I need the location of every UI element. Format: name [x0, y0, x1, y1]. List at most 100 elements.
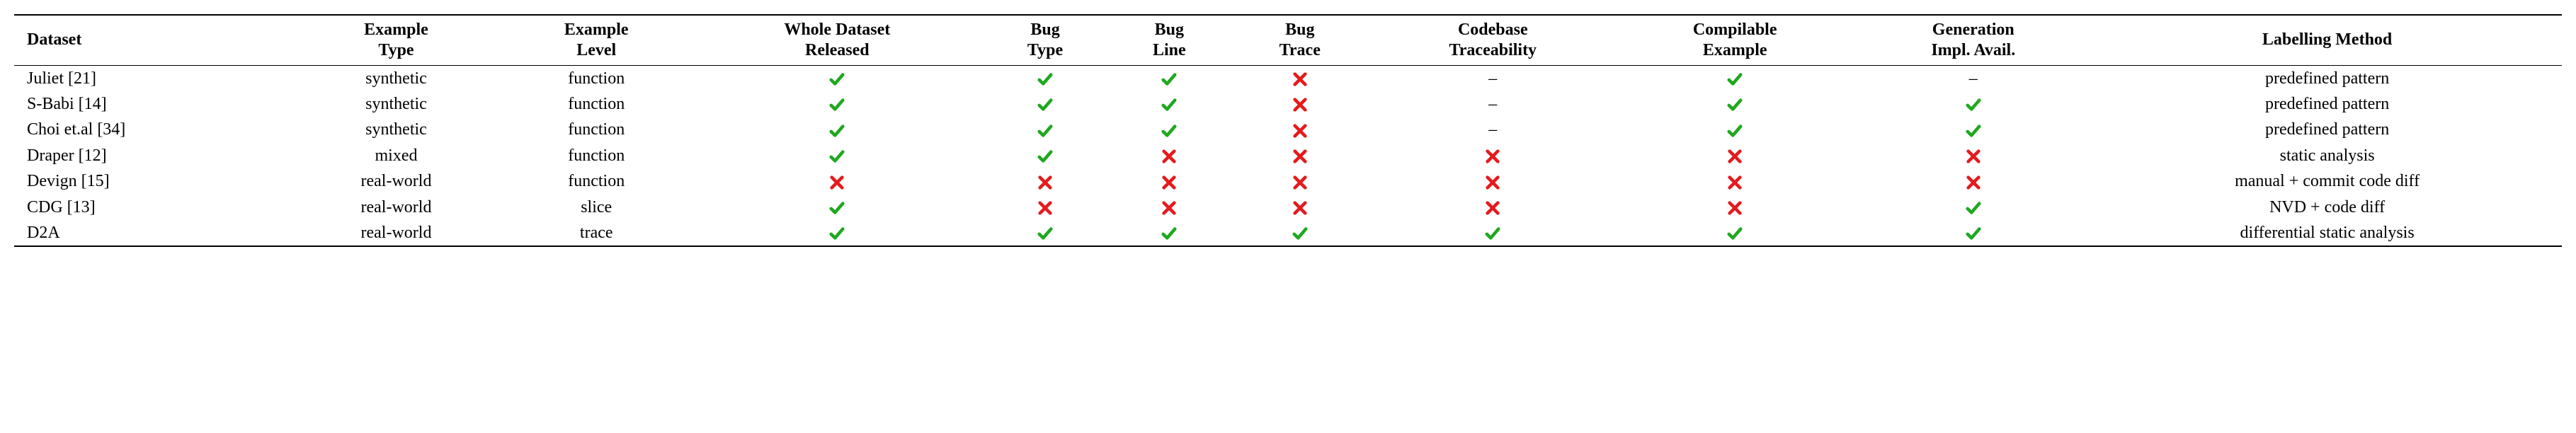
cell-compilable_example	[1616, 91, 1854, 117]
cell-example_level: function	[500, 143, 693, 168]
cross-icon	[1292, 67, 1308, 90]
table-row: Draper [12]mixedfunctionstatic analysis	[14, 143, 2562, 168]
cell-generation_impl_avail	[1854, 195, 2092, 220]
check-icon	[1966, 93, 1981, 115]
cross-icon	[1485, 144, 1500, 167]
check-icon	[1037, 221, 1053, 244]
cross-icon	[1966, 170, 1981, 192]
dash-icon: –	[1969, 69, 1978, 88]
cell-codebase_traceability	[1370, 195, 1616, 220]
cell-whole_dataset_released	[693, 168, 981, 194]
cell-whole_dataset_released	[693, 143, 981, 168]
check-icon	[829, 118, 845, 141]
col-header-generation_impl_avail: GenerationImpl. Avail.	[1854, 15, 2092, 65]
col-header-bug_type: BugType	[981, 15, 1108, 65]
check-icon	[1292, 221, 1308, 244]
check-icon	[1161, 93, 1177, 115]
cell-codebase_traceability: –	[1370, 117, 1616, 142]
col-header-example_type: ExampleType	[292, 15, 500, 65]
cell-generation_impl_avail: –	[1854, 65, 2092, 91]
table-body: Juliet [21]syntheticfunction––predefined…	[14, 65, 2562, 246]
cell-dataset: CDG [13]	[14, 195, 292, 220]
check-icon	[1727, 67, 1743, 90]
check-icon	[1966, 221, 1981, 244]
cell-labelling_method: manual + commit code diff	[2092, 168, 2562, 194]
cell-dataset: D2A	[14, 220, 292, 246]
cell-example_type: real-world	[292, 168, 500, 194]
cell-bug_type	[981, 220, 1108, 246]
cell-bug_type	[981, 143, 1108, 168]
check-icon	[829, 221, 845, 244]
check-icon	[1037, 67, 1053, 90]
cell-whole_dataset_released	[693, 65, 981, 91]
check-icon	[829, 144, 845, 167]
cross-icon	[1292, 170, 1308, 192]
cell-dataset: Draper [12]	[14, 143, 292, 168]
cell-bug_line	[1109, 168, 1230, 194]
cell-labelling_method: predefined pattern	[2092, 65, 2562, 91]
cell-compilable_example	[1616, 65, 1854, 91]
cell-bug_type	[981, 168, 1108, 194]
cell-generation_impl_avail	[1854, 220, 2092, 246]
cross-icon	[1161, 144, 1177, 167]
cell-bug_line	[1109, 117, 1230, 142]
cell-dataset: Juliet [21]	[14, 65, 292, 91]
cell-bug_line	[1109, 195, 1230, 220]
cross-icon	[1292, 144, 1308, 167]
cell-bug_type	[981, 91, 1108, 117]
check-icon	[1037, 118, 1053, 141]
cell-example_type: synthetic	[292, 117, 500, 142]
col-header-bug_line: BugLine	[1109, 15, 1230, 65]
cell-bug_trace	[1230, 195, 1370, 220]
cell-codebase_traceability	[1370, 220, 1616, 246]
cross-icon	[1037, 170, 1053, 192]
cell-bug_trace	[1230, 143, 1370, 168]
check-icon	[1037, 144, 1053, 167]
check-icon	[1161, 67, 1177, 90]
cross-icon	[829, 170, 845, 192]
check-icon	[1161, 221, 1177, 244]
cross-icon	[1161, 170, 1177, 192]
comparison-table: DatasetExampleTypeExampleLevelWhole Data…	[14, 14, 2562, 247]
cell-codebase_traceability	[1370, 168, 1616, 194]
cell-dataset: Devign [15]	[14, 168, 292, 194]
col-header-codebase_traceability: CodebaseTraceability	[1370, 15, 1616, 65]
cross-icon	[1161, 196, 1177, 219]
dash-icon: –	[1488, 69, 1497, 88]
cell-labelling_method: differential static analysis	[2092, 220, 2562, 246]
cell-generation_impl_avail	[1854, 143, 2092, 168]
cell-generation_impl_avail	[1854, 91, 2092, 117]
cell-whole_dataset_released	[693, 195, 981, 220]
dash-icon: –	[1488, 120, 1497, 139]
cell-example_type: mixed	[292, 143, 500, 168]
cell-example_type: real-world	[292, 220, 500, 246]
cell-example_level: function	[500, 168, 693, 194]
cell-generation_impl_avail	[1854, 168, 2092, 194]
col-header-whole_dataset_released: Whole DatasetReleased	[693, 15, 981, 65]
cell-bug_trace	[1230, 91, 1370, 117]
cell-codebase_traceability: –	[1370, 65, 1616, 91]
cell-example_level: trace	[500, 220, 693, 246]
cross-icon	[1485, 170, 1500, 192]
cell-dataset: S-Babi [14]	[14, 91, 292, 117]
table-row: Choi et.al [34]syntheticfunction–predefi…	[14, 117, 2562, 142]
check-icon	[1037, 93, 1053, 115]
cross-icon	[1727, 170, 1743, 192]
cross-icon	[1292, 196, 1308, 219]
cell-bug_line	[1109, 143, 1230, 168]
cross-icon	[1485, 196, 1500, 219]
cell-compilable_example	[1616, 220, 1854, 246]
cell-compilable_example	[1616, 195, 1854, 220]
table-row: D2Areal-worldtrace differential static an…	[14, 220, 2562, 246]
cell-compilable_example	[1616, 143, 1854, 168]
cell-codebase_traceability	[1370, 143, 1616, 168]
cell-bug_trace	[1230, 168, 1370, 194]
cell-whole_dataset_released	[693, 91, 981, 117]
cell-example_level: function	[500, 91, 693, 117]
cell-compilable_example	[1616, 117, 1854, 142]
check-icon	[1727, 93, 1743, 115]
table-row: Devign [15]real-worldfunction manual + co…	[14, 168, 2562, 194]
check-icon	[829, 67, 845, 90]
check-icon	[1966, 118, 1981, 141]
cell-codebase_traceability: –	[1370, 91, 1616, 117]
